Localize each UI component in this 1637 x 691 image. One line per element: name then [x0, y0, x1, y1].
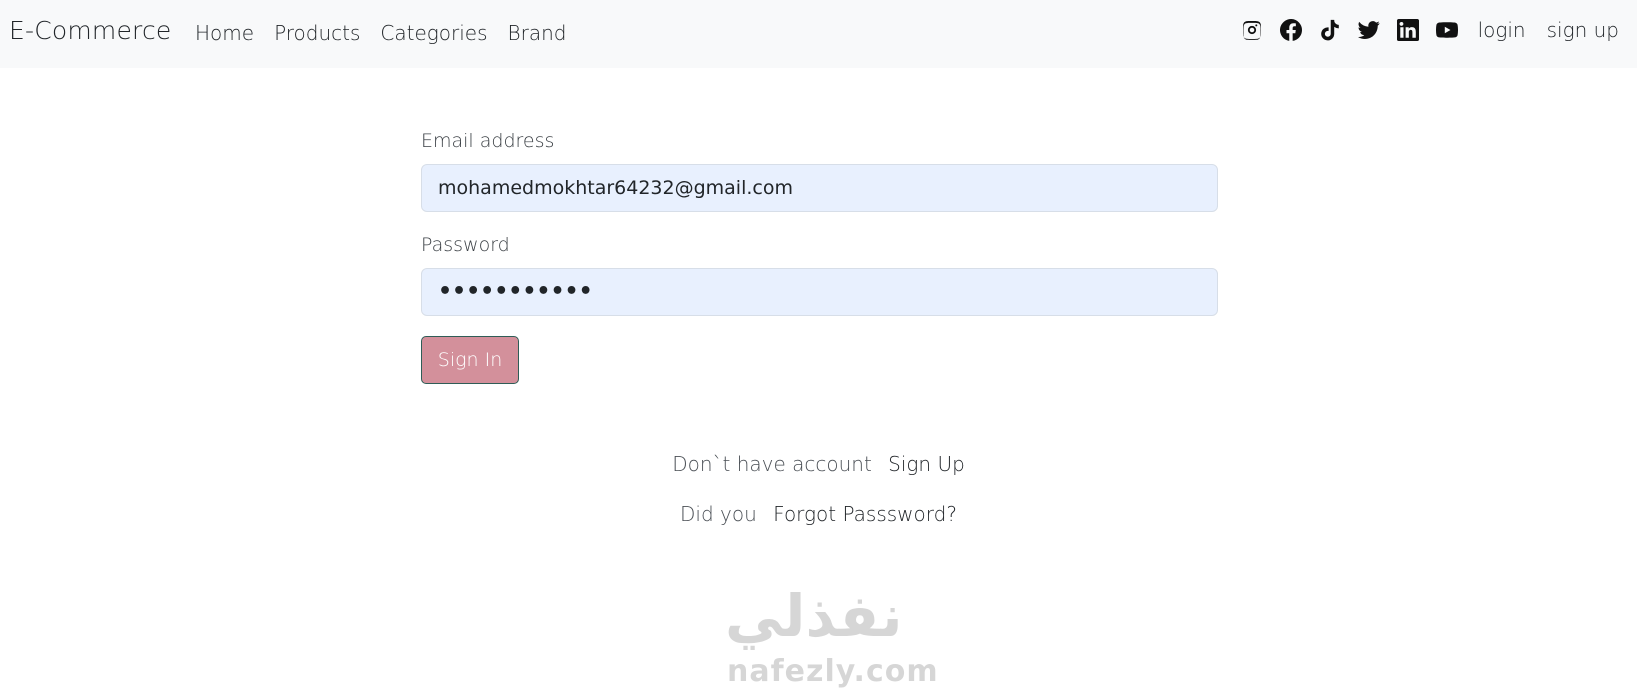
- login-link[interactable]: login: [1478, 18, 1526, 42]
- email-label: Email address: [421, 130, 555, 152]
- auth-links: login sign up: [1478, 18, 1619, 42]
- youtube-icon[interactable]: [1435, 19, 1458, 41]
- nav-link-brand[interactable]: Brand: [508, 21, 567, 45]
- signup-link[interactable]: sign up: [1547, 18, 1619, 42]
- facebook-icon[interactable]: [1279, 19, 1302, 41]
- password-label: Password: [421, 234, 510, 256]
- watermark-arabic: نفذلي: [725, 582, 903, 650]
- social-icons: [1241, 19, 1458, 41]
- no-account-text: Don`t have account: [672, 452, 872, 476]
- nav-right: login sign up: [1241, 18, 1619, 42]
- brand-logo[interactable]: E-Commerce: [9, 16, 172, 45]
- linkedin-icon[interactable]: [1396, 19, 1419, 41]
- email-input[interactable]: mohamedmokhtar64232@gmail.com: [421, 164, 1218, 212]
- nav-link-categories[interactable]: Categories: [380, 21, 487, 45]
- nav-link-products[interactable]: Products: [274, 21, 360, 45]
- forgot-password-link[interactable]: Forgot Passsword?: [773, 502, 957, 526]
- watermark-latin: nafezly.com: [727, 654, 939, 689]
- instagram-icon[interactable]: [1241, 19, 1263, 41]
- signup-prompt: Don`t have account Sign Up: [0, 452, 1637, 476]
- login-form: Email address mohamedmokhtar64232@gmail.…: [421, 130, 1218, 384]
- forgot-prefix-text: Did you: [680, 502, 757, 526]
- forgot-prompt: Did you Forgot Passsword?: [0, 502, 1637, 526]
- sign-in-button[interactable]: Sign In: [421, 336, 519, 384]
- watermark: نفذلي nafezly.com: [715, 582, 938, 691]
- navbar: E-Commerce Home Products Categories Bran…: [0, 0, 1637, 68]
- nav-link-home[interactable]: Home: [195, 21, 254, 45]
- tiktok-icon[interactable]: [1319, 19, 1341, 41]
- signup-prompt-link[interactable]: Sign Up: [888, 452, 965, 476]
- nav-links: Home Products Categories Brand: [195, 21, 566, 45]
- twitter-icon[interactable]: [1357, 19, 1380, 41]
- password-input[interactable]: •••••••••••: [421, 268, 1218, 316]
